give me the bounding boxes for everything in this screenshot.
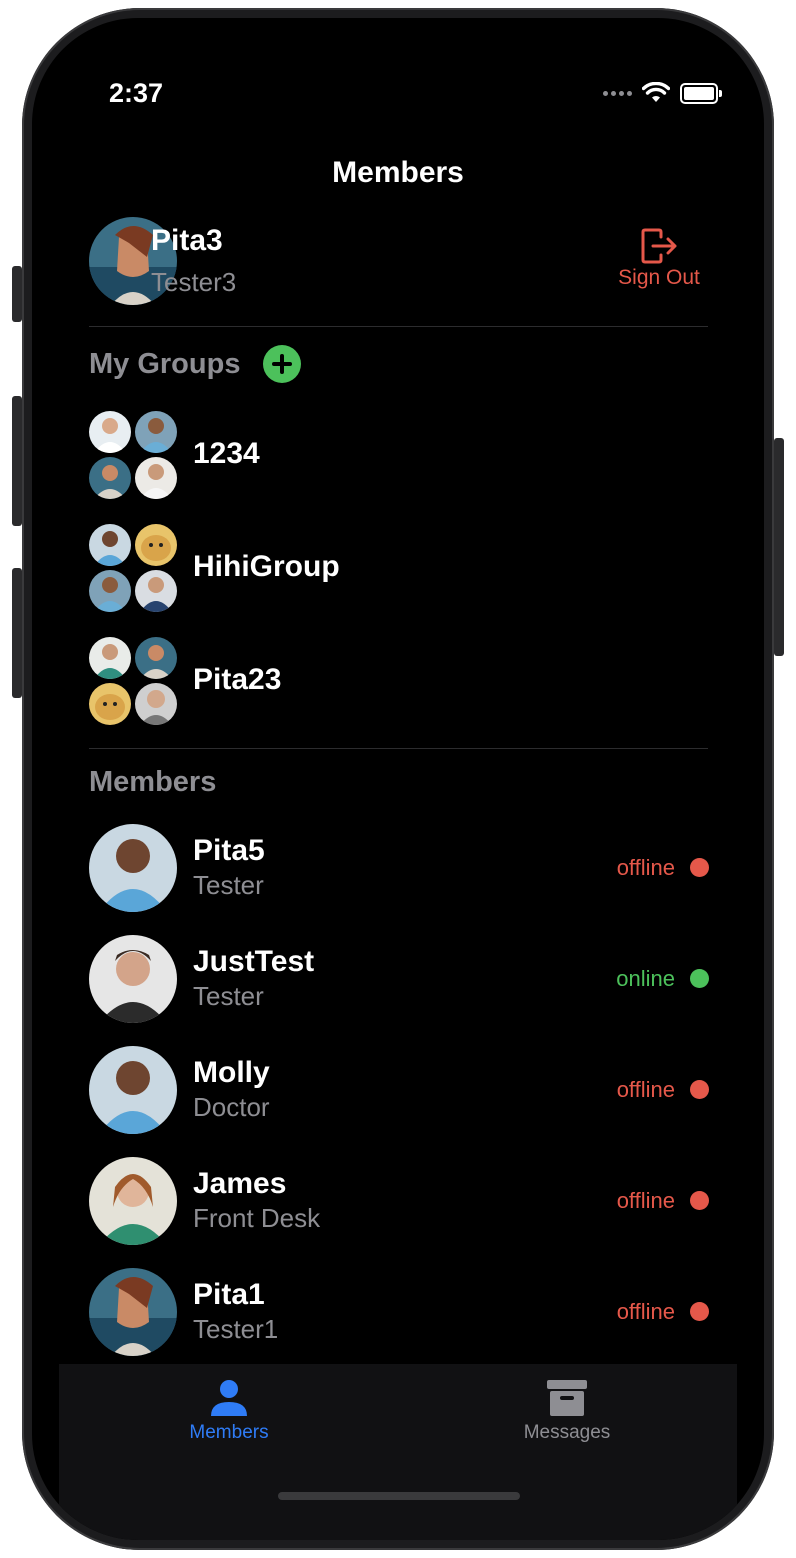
sign-out-button[interactable]: Sign Out [609,228,709,290]
member-row[interactable]: Molly Doctor offline [89,1046,709,1138]
member-name: Molly [193,1056,270,1089]
group-avatar [89,411,131,453]
group-avatar [135,637,177,679]
archive-box-icon [547,1380,587,1416]
member-row[interactable]: JustTest Tester online [89,935,709,1027]
status-dot [690,1080,709,1099]
group-avatar [89,570,131,612]
member-avatar [89,935,177,1023]
add-group-button[interactable] [263,345,301,383]
status-dot [690,858,709,877]
member-row[interactable]: Pita1 Tester1 offline [89,1268,709,1360]
tab-messages-label: Messages [523,1422,611,1443]
status-text: offline [616,1077,675,1102]
status-dot [690,1302,709,1321]
status-text: offline [616,1188,675,1213]
mute-switch [12,266,22,322]
member-name: JustTest [193,945,315,978]
member-avatar [89,824,177,912]
my-groups-heading: My Groups [89,348,241,380]
member-role: Tester [193,870,264,900]
group-avatar [89,683,131,725]
member-role: Front Desk [193,1203,321,1233]
group-avatar [89,524,131,566]
home-indicator[interactable] [278,1492,520,1500]
member-name: Pita5 [193,834,265,867]
status-text: offline [616,1299,675,1324]
member-avatar [89,1268,177,1356]
group-avatar [135,524,177,566]
divider [89,748,708,749]
member-name: James [193,1167,287,1200]
cellular-signal-icon [603,90,632,96]
divider [89,326,708,327]
status-time: 2:37 [109,78,164,108]
group-name: Pita23 [193,663,282,696]
current-user-name: Pita3 [151,224,223,257]
status-text: offline [616,855,675,880]
volume-down-button [12,568,22,698]
member-avatar [89,1046,177,1134]
status-dot [690,969,709,988]
battery-icon [680,82,722,104]
tab-members-label: Members [189,1422,269,1443]
power-button [774,438,784,656]
tab-bar: Members Messages [59,1364,737,1540]
tab-messages[interactable]: Messages [487,1376,647,1444]
sign-out-label: Sign Out [618,266,700,289]
group-name: 1234 [193,437,260,470]
group-avatar [89,637,131,679]
member-row[interactable]: James Front Desk offline [89,1157,709,1249]
current-user-role: Tester3 [151,267,237,297]
status-dot [690,1191,709,1210]
status-text: online [616,966,675,991]
page-title: Members [332,156,464,189]
group-avatar [135,683,177,725]
member-name: Pita1 [193,1278,265,1311]
group-row[interactable]: Pita23 [89,637,709,727]
group-row[interactable]: 1234 [89,411,709,501]
member-role: Doctor [193,1092,270,1122]
tab-members[interactable]: Members [149,1376,309,1444]
wifi-icon [642,82,670,102]
status-icons [603,82,722,104]
member-row[interactable]: Pita5 Tester offline [89,824,709,916]
group-name: HihiGroup [193,550,340,583]
member-role: Tester [193,981,264,1011]
group-row[interactable]: HihiGroup [89,524,709,614]
member-avatar [89,1157,177,1245]
sign-out-icon [641,228,677,264]
person-icon [211,1380,247,1416]
group-avatar [135,570,177,612]
group-avatar [135,411,177,453]
volume-up-button [12,396,22,526]
members-heading: Members [89,766,217,798]
member-role: Tester1 [193,1314,279,1344]
group-avatar [135,457,177,499]
app-screen: 2:37 Members Pita3 Tester3 Sign Out My G… [32,18,764,1540]
group-avatar [89,457,131,499]
